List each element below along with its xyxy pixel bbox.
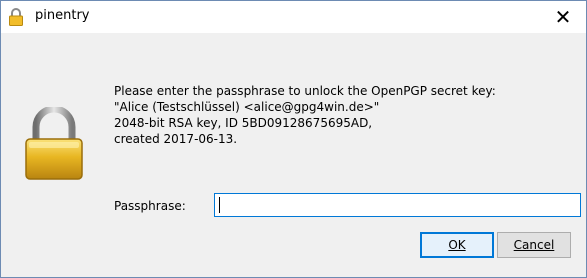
passphrase-label: Passphrase: [114,199,186,213]
prompt-line: created 2017-06-13. [114,132,238,146]
ok-button-label: OK [448,238,466,252]
lock-icon [25,107,83,180]
cancel-button[interactable]: Cancel [497,232,571,258]
text-caret [219,197,220,213]
window-title: pinentry [35,8,90,23]
prompt-line: "Alice (Testschlüssel) <alice@gpg4win.de… [114,100,380,114]
title-bar: pinentry ✕ [1,1,586,33]
close-icon: ✕ [554,5,572,29]
passphrase-input[interactable] [214,193,581,217]
ok-button[interactable]: OK [420,232,494,258]
close-button[interactable]: ✕ [540,1,586,33]
prompt-line: 2048-bit RSA key, ID 5BD09128675695AD, [114,116,373,130]
cancel-button-label: Cancel [513,238,555,252]
lock-icon [9,8,23,26]
pinentry-dialog: pinentry ✕ Please enter the passphrase t… [0,0,587,278]
prompt-text: Please enter the passphrase to unlock th… [114,83,582,147]
prompt-line: Please enter the passphrase to unlock th… [114,84,496,98]
